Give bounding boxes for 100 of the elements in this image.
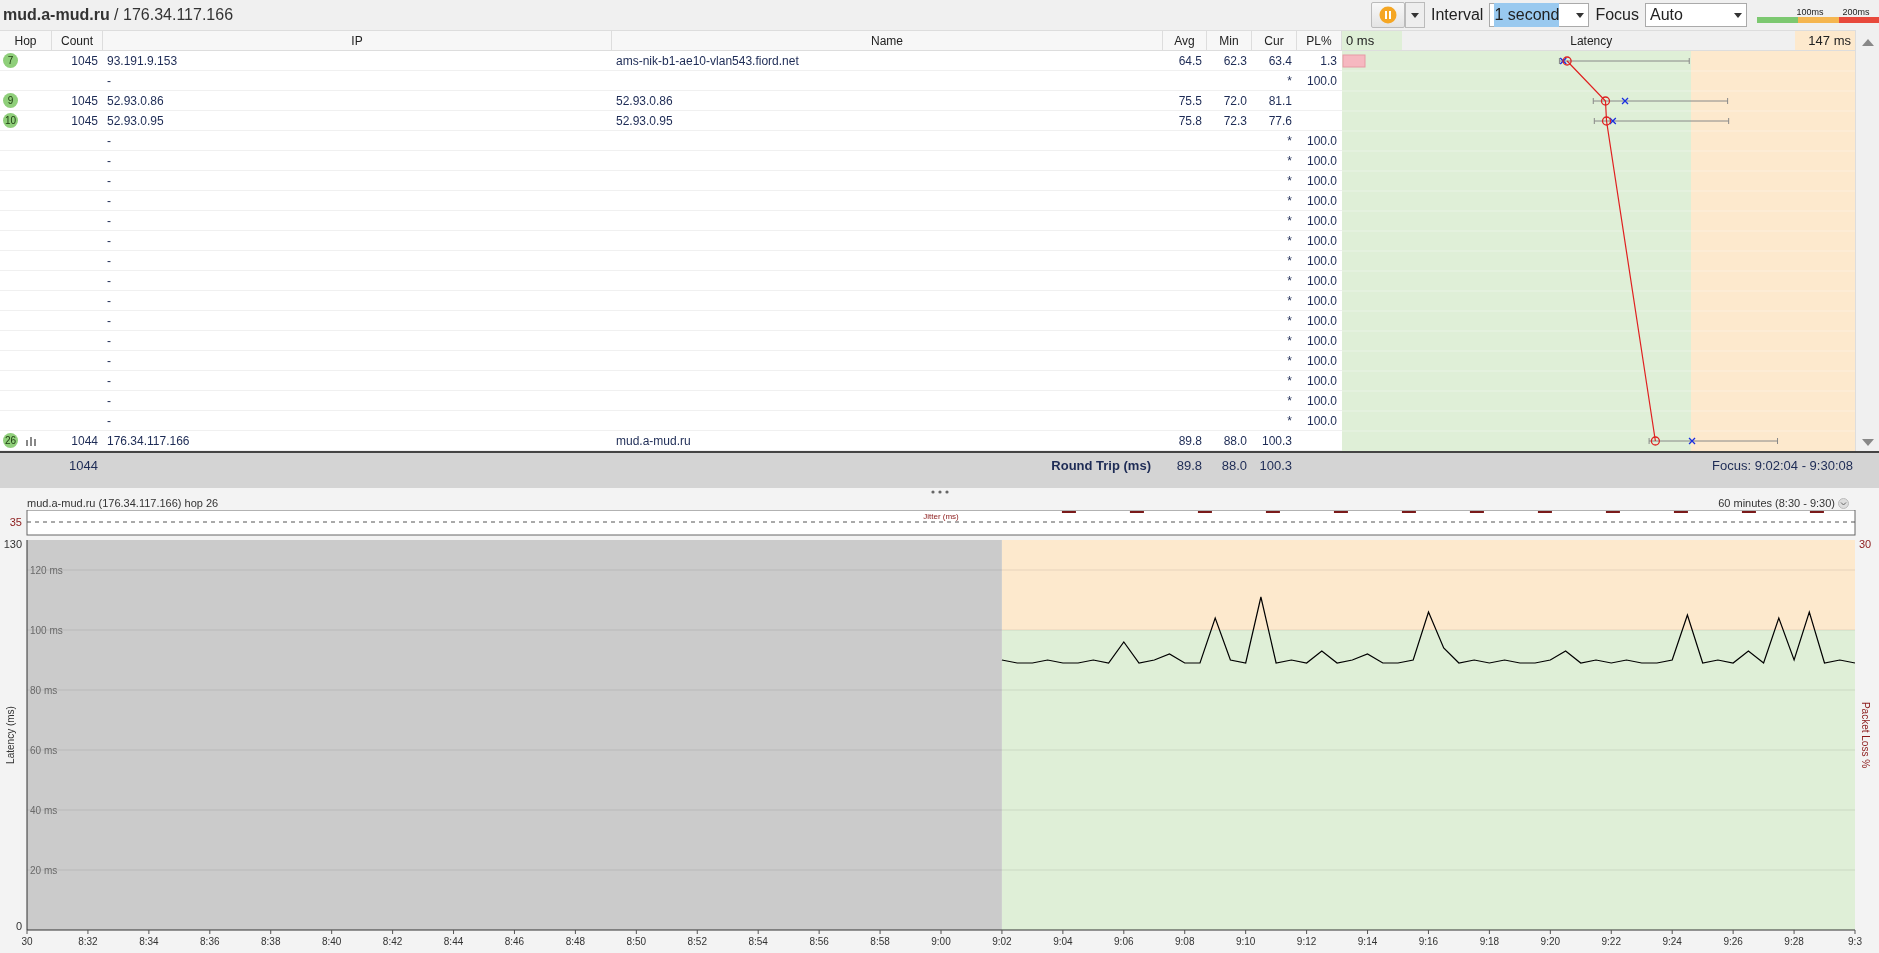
jitter-axis-label: 35 (9, 516, 22, 528)
y-gridline-label: 100 ms (30, 625, 63, 636)
ip-address: - (106, 312, 112, 330)
column-header: Cur (1252, 31, 1297, 50)
ip-address: - (106, 272, 112, 290)
cur-latency: * (1286, 392, 1293, 410)
packet-loss: 100.0 (1305, 72, 1338, 90)
packet-loss: 100.0 (1305, 352, 1338, 370)
cur-latency: * (1286, 232, 1293, 250)
packet-loss: 100.0 (1305, 412, 1338, 430)
avg-latency: 75.8 (1177, 112, 1203, 130)
x-axis-label: 9:16 (1418, 936, 1439, 947)
ip-address: 176.34.117.166 (106, 432, 191, 450)
dropdown-button[interactable] (1404, 2, 1425, 28)
x-axis-label: 9:06 (1114, 936, 1134, 947)
x-axis-label: 8:40 (321, 936, 342, 947)
x-axis-label: 9:20 (1540, 936, 1561, 947)
packet-loss: 100.0 (1305, 252, 1338, 270)
column-header: Avg (1163, 31, 1207, 50)
x-axis-label: 8:58 (870, 936, 890, 947)
x-axis-label: 8:32 (78, 936, 98, 947)
avg-latency: 89.8 (1175, 457, 1203, 475)
hop-count: 1045 (70, 92, 99, 110)
y-gridline-label: 80 ms (30, 685, 58, 696)
cur-latency: * (1286, 212, 1293, 230)
window-title: mud.a-mud.ru / 176.34.117.166 (2, 5, 234, 25)
cur-latency: * (1286, 412, 1293, 430)
x-axis-label: 30 (21, 936, 33, 947)
x-axis-label: 9:04 (1053, 936, 1073, 947)
interval-label: Interval (1430, 5, 1484, 25)
packet-loss: 100.0 (1305, 372, 1338, 390)
ip-address: - (106, 72, 112, 90)
packet-loss: 100.0 (1305, 212, 1338, 230)
y-axis-title: Latency (ms) (5, 706, 16, 764)
cur-latency: 100.3 (1260, 432, 1293, 450)
scale-min-label: 0 ms (1346, 31, 1375, 50)
cur-latency: * (1286, 352, 1293, 370)
scroll-up-icon[interactable] (1861, 38, 1874, 46)
ip-address: - (106, 412, 112, 430)
column-header: Count (52, 31, 103, 50)
packet-loss: 100.0 (1305, 172, 1338, 190)
ip-address: - (106, 152, 112, 170)
cur-latency: * (1286, 332, 1293, 350)
min-latency: 88.0 (1222, 432, 1248, 450)
x-axis-label: 8:50 (626, 936, 647, 947)
cur-latency: * (1286, 192, 1293, 210)
x-axis-label: 9:26 (1723, 936, 1743, 947)
splitter-grip-icon[interactable] (929, 490, 950, 494)
x-axis-label: 9:00 (931, 936, 951, 947)
y-gridline-label: 60 ms (30, 745, 58, 756)
ip-address: - (106, 252, 112, 270)
time-range-label[interactable]: 60 minutes (8:30 - 9:30) (1718, 494, 1835, 512)
x-axis-label: 8:44 (443, 936, 464, 947)
focus-select[interactable]: Auto (1645, 3, 1747, 27)
caret-icon (1410, 12, 1419, 18)
chevron-down-icon[interactable] (1838, 497, 1849, 509)
ip-address: 93.191.9.153 (106, 52, 179, 70)
hop-count: 1045 (70, 52, 99, 70)
jitter-label: Jitter (ms) (923, 512, 959, 521)
column-header: Name (612, 31, 1163, 50)
scale-label: 100ms (1796, 7, 1824, 17)
column-header: IP (103, 31, 612, 50)
column-header: Min (1207, 31, 1252, 50)
packet-loss: 100.0 (1305, 332, 1338, 350)
packet-loss: 100.0 (1305, 132, 1338, 150)
ip-address: - (106, 212, 112, 230)
x-axis-label: 8:46 (504, 936, 525, 947)
bar-chart-icon[interactable] (26, 435, 38, 446)
host-name: ams-nik-b1-ae10-vlan543.fiord.net (615, 52, 800, 70)
y-gridline-label: 120 ms (30, 565, 63, 576)
x-axis-label: 9:18 (1479, 936, 1500, 947)
min-latency: 88.0 (1220, 457, 1248, 475)
x-axis-label: 9:10 (1235, 936, 1256, 947)
x-axis-label: 8:54 (748, 936, 768, 947)
cur-latency: * (1286, 312, 1293, 330)
ip-address: - (106, 172, 112, 190)
cur-latency: * (1286, 152, 1293, 170)
column-header: Latency (1570, 32, 1613, 50)
y-gridline-label: 20 ms (30, 865, 58, 876)
scroll-down-icon[interactable] (1861, 439, 1874, 447)
cur-latency: 63.4 (1267, 52, 1293, 70)
x-axis-label: 8:38 (261, 936, 281, 947)
min-latency: 62.3 (1222, 52, 1248, 70)
cur-latency: * (1286, 272, 1293, 290)
ip-address: 52.93.0.95 (106, 112, 165, 130)
hop-count: 1045 (70, 112, 99, 130)
host-name: 52.93.0.86 (615, 92, 674, 110)
graph-title: mud.a-mud.ru (176.34.117.166) hop 26 (27, 495, 219, 511)
packet-loss-axis-title: Packet Loss % (1860, 701, 1871, 769)
ip-address: - (106, 352, 112, 370)
hop-badge: 9 (3, 93, 18, 108)
min-latency: 72.3 (1222, 112, 1248, 130)
x-axis-label: 8:34 (139, 936, 159, 947)
packet-loss: 100.0 (1305, 192, 1338, 210)
min-latency: 72.0 (1222, 92, 1248, 110)
x-axis-label: 8:48 (565, 936, 586, 947)
interval-select[interactable]: 1 second (1489, 3, 1590, 27)
ip-address: - (106, 332, 112, 350)
packet-loss-axis-label: 30 (1859, 538, 1872, 550)
caret-icon (1576, 12, 1585, 18)
